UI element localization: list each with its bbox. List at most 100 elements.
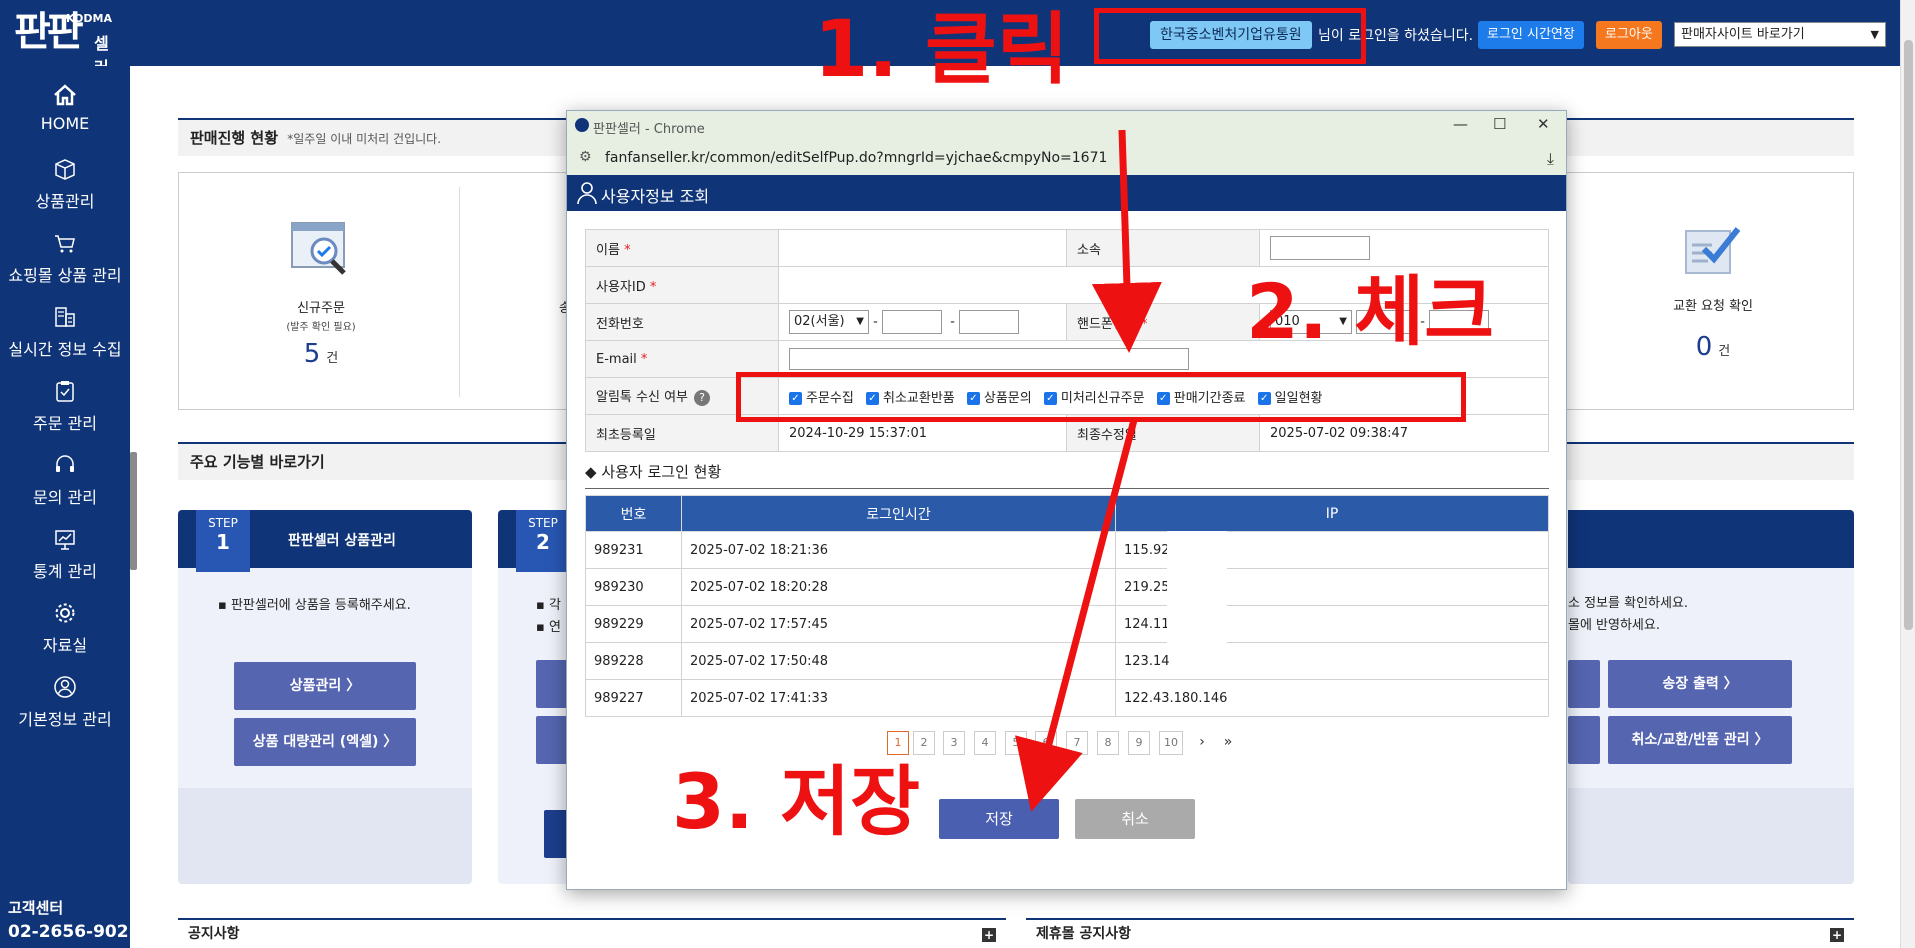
required-mark: * — [640, 351, 648, 367]
site-shortcut-select[interactable]: 판매자사이트 바로가기 ▼ — [1674, 22, 1886, 47]
phone-value-cell: 02(서울) ▼ - - — [778, 303, 1067, 341]
page-link-3[interactable]: 3 — [943, 731, 965, 755]
home-icon — [54, 84, 76, 106]
divider — [459, 187, 460, 397]
next-page-icon[interactable]: › — [1191, 731, 1213, 755]
table-row: 989230 2025-07-02 18:20:28 219.25 — [585, 568, 1549, 606]
cell-number: 989228 — [585, 642, 682, 680]
plus-icon[interactable]: + — [982, 928, 996, 942]
page-link-8[interactable]: 8 — [1097, 731, 1119, 755]
popup-header: 사용자정보 조회 — [567, 175, 1566, 211]
phone-middle-input[interactable] — [881, 310, 942, 334]
step4-partial-button-2[interactable] — [1568, 716, 1600, 764]
sidebar-item-orders[interactable]: 주문 관리 — [0, 378, 130, 434]
new-order-label: 신규주문 — [297, 301, 345, 316]
sidebar-item-label: 실시간 정보 수집 — [8, 340, 122, 359]
popup-address-bar[interactable]: ⚙ fanfanseller.kr/common/editSelfPup.do?… — [567, 141, 1566, 175]
exchange-count: 0 — [1695, 332, 1713, 362]
extend-login-button[interactable]: 로그인 시간연장 — [1478, 21, 1584, 49]
sidebar-item-products[interactable]: 상품관리 — [0, 156, 130, 212]
annotation-box-alert-options — [736, 372, 1466, 422]
step1-desc-text: 판판셀러에 상품을 등록해주세요. — [230, 598, 411, 613]
new-order-stat[interactable]: 신규주문 (발주 확인 필요) 5건 — [221, 221, 421, 369]
page-link-9[interactable]: 9 — [1128, 731, 1150, 755]
login-history-title: ◆ 사용자 로그인 현황 — [585, 461, 1549, 489]
sidebar-item-stats[interactable]: 통계 관리 — [0, 526, 130, 582]
mobile-label: 핸드폰번호 — [1077, 316, 1137, 332]
dash-separator: - — [873, 314, 878, 330]
fanfan-seller-logo[interactable]: 판판 KODMA 셀러 — [14, 10, 112, 77]
scrollbar-thumb[interactable] — [1904, 40, 1913, 630]
cell-number: 989227 — [585, 679, 682, 717]
step2-desc-2: ▪ 연 — [536, 620, 561, 635]
page-link-1[interactable]: 1 — [887, 731, 909, 755]
progress-title-text: 판매진행 현황 — [190, 129, 279, 147]
site-settings-icon[interactable]: ⚙ — [579, 149, 592, 165]
sidebar-item-label: 문의 관리 — [33, 488, 97, 507]
exchange-unit: 건 — [1718, 344, 1731, 359]
page-link-2[interactable]: 2 — [913, 731, 935, 755]
sidebar-item-label: 통계 관리 — [33, 562, 97, 581]
help-icon[interactable]: ? — [694, 389, 710, 406]
popup-url[interactable]: fanfanseller.kr/common/editSelfPup.do?mn… — [605, 150, 1107, 166]
print-invoice-button[interactable]: 송장 출력 〉 — [1608, 660, 1792, 708]
dept-input[interactable] — [1270, 236, 1370, 260]
checklist-icon — [1685, 227, 1741, 274]
form-row: 이름 * 소속 — [585, 229, 1549, 267]
sidebar-item-mall-products[interactable]: 쇼핑몰 상품 관리 — [0, 230, 130, 286]
dept-value-cell — [1259, 229, 1549, 267]
sidebar-item-inquiries[interactable]: 문의 관리 — [0, 452, 130, 508]
annotation-box-org-button — [1094, 8, 1366, 64]
cancel-button[interactable]: 취소 — [1075, 799, 1195, 839]
page-link-6[interactable]: 6 — [1035, 731, 1057, 755]
popup-window-title: 판판셀러 - Chrome — [593, 122, 705, 137]
page-link-7[interactable]: 7 — [1066, 731, 1088, 755]
page-link-4[interactable]: 4 — [974, 731, 996, 755]
sidebar-item-archive[interactable]: 자료실 — [0, 600, 130, 656]
box-icon — [55, 159, 75, 180]
name-label-cell: 이름 * — [585, 229, 779, 267]
last-page-icon[interactable]: » — [1217, 731, 1239, 755]
page-link-5[interactable]: 5 — [1005, 731, 1027, 755]
plus-icon[interactable]: + — [1830, 928, 1844, 942]
site-select-value: 판매자사이트 바로가기 — [1681, 27, 1805, 42]
cart-icon — [55, 235, 75, 253]
maximize-icon[interactable]: ☐ — [1493, 115, 1506, 133]
chevron-down-icon: ▼ — [856, 316, 864, 327]
step2-desc1: 각 — [548, 598, 561, 613]
sidebar-item-label: 쇼핑몰 상품 관리 — [8, 266, 122, 285]
required-mark: * — [649, 279, 657, 295]
cancel-exchange-return-button[interactable]: 취소/교환/반품 관리 〉 — [1608, 716, 1792, 764]
exchange-label: 교환 요청 확인 — [1672, 299, 1754, 314]
sidebar-item-basic-info[interactable]: 기본정보 관리 — [0, 674, 130, 730]
sidebar-item-label: 상품관리 — [35, 192, 95, 211]
sidebar-scrollbar[interactable] — [130, 452, 137, 570]
exchange-stat[interactable]: 교환 요청 확인 0건 — [1613, 223, 1813, 362]
phone-area-select[interactable]: 02(서울) ▼ — [789, 310, 869, 334]
save-button[interactable]: 저장 — [939, 799, 1059, 839]
card-footer — [1568, 788, 1854, 884]
phone-label: 전화번호 — [596, 316, 644, 332]
cell-login-time: 2025-07-02 18:20:28 — [681, 568, 1116, 606]
bulk-manage-excel-button[interactable]: 상품 대량관리 (엑셀) 〉 — [234, 718, 416, 766]
sidebar-item-label: 주문 관리 — [33, 414, 97, 433]
email-input[interactable] — [789, 348, 1189, 370]
gear-icon — [55, 603, 75, 623]
new-order-count-wrap: 5건 — [221, 339, 421, 369]
table-row: 989229 2025-07-02 17:57:45 124.11 — [585, 605, 1549, 643]
logout-button[interactable]: 로그아웃 — [1596, 21, 1662, 49]
sidebar-item-realtime[interactable]: 실시간 정보 수집 — [0, 304, 130, 360]
step4-partial-button[interactable] — [1568, 660, 1600, 708]
modified-label: 최종수정일 — [1077, 427, 1137, 443]
page-scrollbar[interactable] — [1900, 0, 1915, 948]
name-label: 이름 — [596, 242, 620, 258]
page-link-10[interactable]: 10 — [1159, 731, 1183, 755]
sidebar-item-home[interactable]: HOME — [0, 82, 130, 133]
customer-center-phone: 02-2656-9022 — [8, 922, 141, 942]
close-icon[interactable]: ✕ — [1537, 115, 1550, 133]
product-manage-button[interactable]: 상품관리 〉 — [234, 662, 416, 710]
minimize-icon[interactable]: — — [1453, 115, 1468, 133]
phone-last-input[interactable] — [959, 310, 1020, 334]
customer-center-label: 고객센터 — [8, 899, 64, 917]
download-icon[interactable]: ⤓ — [1547, 149, 1554, 169]
